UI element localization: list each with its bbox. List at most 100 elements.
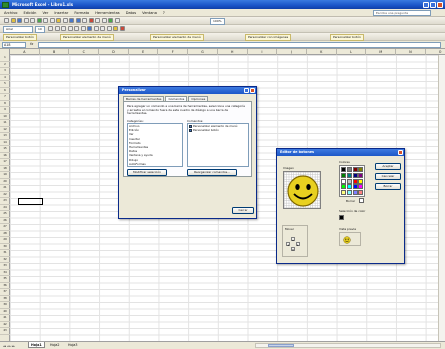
underline-icon[interactable] [61, 26, 66, 31]
currency-icon[interactable] [93, 26, 99, 31]
menu-item-4[interactable]: Formato [74, 11, 89, 15]
sheet-nav-arrows-icon[interactable]: ◂◂ ◂ ▸ ▸▸ [3, 344, 15, 348]
sheet-tab-hoja3[interactable]: Hoja3 [66, 342, 80, 348]
clear-button[interactable]: Borrar [375, 183, 401, 190]
cancel-button[interactable]: Cancelar [375, 173, 401, 180]
move-left-icon[interactable]: ◂ [286, 242, 290, 247]
color-swatch[interactable] [352, 178, 358, 184]
italic-icon[interactable] [54, 26, 60, 31]
menu-item-1[interactable]: Edición [23, 11, 36, 15]
move-right-icon[interactable]: ▸ [296, 242, 300, 247]
color-swatch[interactable] [358, 178, 364, 184]
borders-icon[interactable] [106, 26, 112, 31]
preview-icon[interactable] [30, 18, 35, 23]
cut-icon[interactable] [43, 18, 48, 23]
horizontal-scrollbar[interactable] [255, 343, 441, 348]
row-header-43[interactable]: 43 [0, 328, 10, 335]
categories-list[interactable]: Archivo Edición Ver Insertar Formato Herramie… [127, 123, 183, 167]
active-cell[interactable] [18, 198, 43, 205]
sort-asc-icon[interactable] [95, 18, 100, 23]
align-left-icon[interactable] [67, 26, 73, 31]
color-swatch[interactable] [346, 172, 352, 178]
custom-button-1[interactable]: Personalizar botón [3, 34, 37, 41]
menu-item-0[interactable]: Archivo [4, 11, 17, 15]
menu-item-6[interactable]: Datos [126, 11, 136, 15]
color-swatch[interactable] [346, 184, 352, 190]
color-swatch[interactable] [341, 172, 346, 178]
color-swatch[interactable] [352, 172, 358, 178]
undo-icon[interactable] [69, 18, 74, 23]
menu-item-5[interactable]: Herramientas [95, 11, 119, 15]
color-swatch[interactable] [346, 190, 352, 196]
format-painter-icon[interactable] [62, 18, 68, 23]
chart-wizard-icon[interactable] [108, 18, 113, 23]
merge-icon[interactable] [87, 26, 92, 31]
vertical-scrollbar[interactable] [438, 55, 445, 341]
modify-selection-button[interactable]: Modificar selección [127, 169, 167, 176]
name-box[interactable]: A18 [2, 42, 26, 48]
sheet-tab-hoja1[interactable]: Hoja1 [28, 342, 45, 348]
color-palette[interactable] [339, 165, 366, 198]
color-swatch[interactable] [341, 190, 346, 196]
bold-icon[interactable] [48, 26, 53, 31]
custom-button-2[interactable]: Personalizar elemento de menú [60, 34, 114, 41]
redo-icon[interactable] [75, 18, 81, 23]
sort-desc-icon[interactable] [101, 18, 107, 23]
minimize-icon[interactable] [423, 1, 429, 8]
command-item[interactable]: Personalizar botón [188, 128, 248, 132]
color-swatch[interactable] [358, 184, 364, 190]
color-swatch[interactable] [346, 178, 352, 184]
close-icon[interactable] [398, 150, 403, 155]
spelling-icon[interactable] [36, 18, 42, 23]
custom-button-4[interactable]: Personalizar con imágenes [245, 34, 292, 41]
close-button[interactable]: Cerrar [232, 207, 254, 214]
font-size-select[interactable]: 10 [35, 26, 45, 33]
close-icon[interactable] [437, 1, 443, 8]
menu-item-3[interactable]: Insertar [54, 11, 68, 15]
color-swatch[interactable] [358, 190, 364, 196]
font-color-icon[interactable] [119, 26, 125, 31]
color-swatch[interactable] [352, 167, 358, 172]
color-swatch[interactable] [341, 167, 346, 172]
color-swatch[interactable] [352, 184, 358, 190]
print-icon[interactable] [23, 18, 29, 23]
fill-color-icon[interactable] [113, 26, 118, 31]
autosum-icon[interactable] [88, 18, 94, 23]
color-swatch[interactable] [341, 178, 346, 184]
color-swatch[interactable] [358, 172, 364, 178]
menu-item-7[interactable]: Ventana [142, 11, 157, 15]
close-icon[interactable] [250, 88, 255, 93]
color-swatch[interactable] [352, 190, 358, 196]
commands-list[interactable]: Personalizar elemento de menú Personaliza… [187, 123, 249, 167]
custom-button-5[interactable]: Personalizar botón [330, 34, 364, 41]
help-icon[interactable] [244, 88, 249, 93]
color-swatch[interactable] [358, 167, 364, 172]
move-up-icon[interactable]: ▴ [291, 237, 295, 242]
menu-item-8[interactable]: ? [163, 11, 165, 15]
drawing-icon[interactable] [114, 18, 120, 23]
move-down-icon[interactable]: ▾ [291, 247, 295, 252]
color-swatch[interactable] [346, 167, 352, 172]
font-select[interactable]: Arial [3, 26, 33, 33]
help-search-input[interactable]: Escriba una pregunta [373, 10, 431, 16]
align-center-icon[interactable] [74, 26, 79, 31]
reorganize-commands-button[interactable]: Reorganizar comandos... [187, 169, 237, 176]
percent-icon[interactable] [100, 26, 105, 31]
fx-icon[interactable]: fx [30, 42, 33, 46]
copy-icon[interactable] [49, 18, 55, 23]
open-icon[interactable] [10, 18, 16, 23]
save-icon[interactable] [17, 18, 22, 23]
zoom-select[interactable]: 100% [210, 18, 225, 25]
image-pixel-grid[interactable] [283, 171, 321, 209]
scroll-thumb[interactable] [268, 344, 294, 347]
paste-icon[interactable] [56, 18, 61, 23]
color-swatch[interactable] [341, 184, 346, 190]
custom-button-3[interactable]: Personalizar elemento de menú [150, 34, 204, 41]
erase-swatch[interactable] [359, 198, 364, 203]
align-right-icon[interactable] [80, 26, 86, 31]
sheet-tab-hoja2[interactable]: Hoja2 [48, 342, 62, 348]
hyperlink-icon[interactable] [82, 18, 87, 23]
new-icon[interactable] [4, 18, 9, 23]
category-item[interactable]: Gráfico [128, 166, 182, 167]
maximize-icon[interactable] [430, 1, 436, 8]
